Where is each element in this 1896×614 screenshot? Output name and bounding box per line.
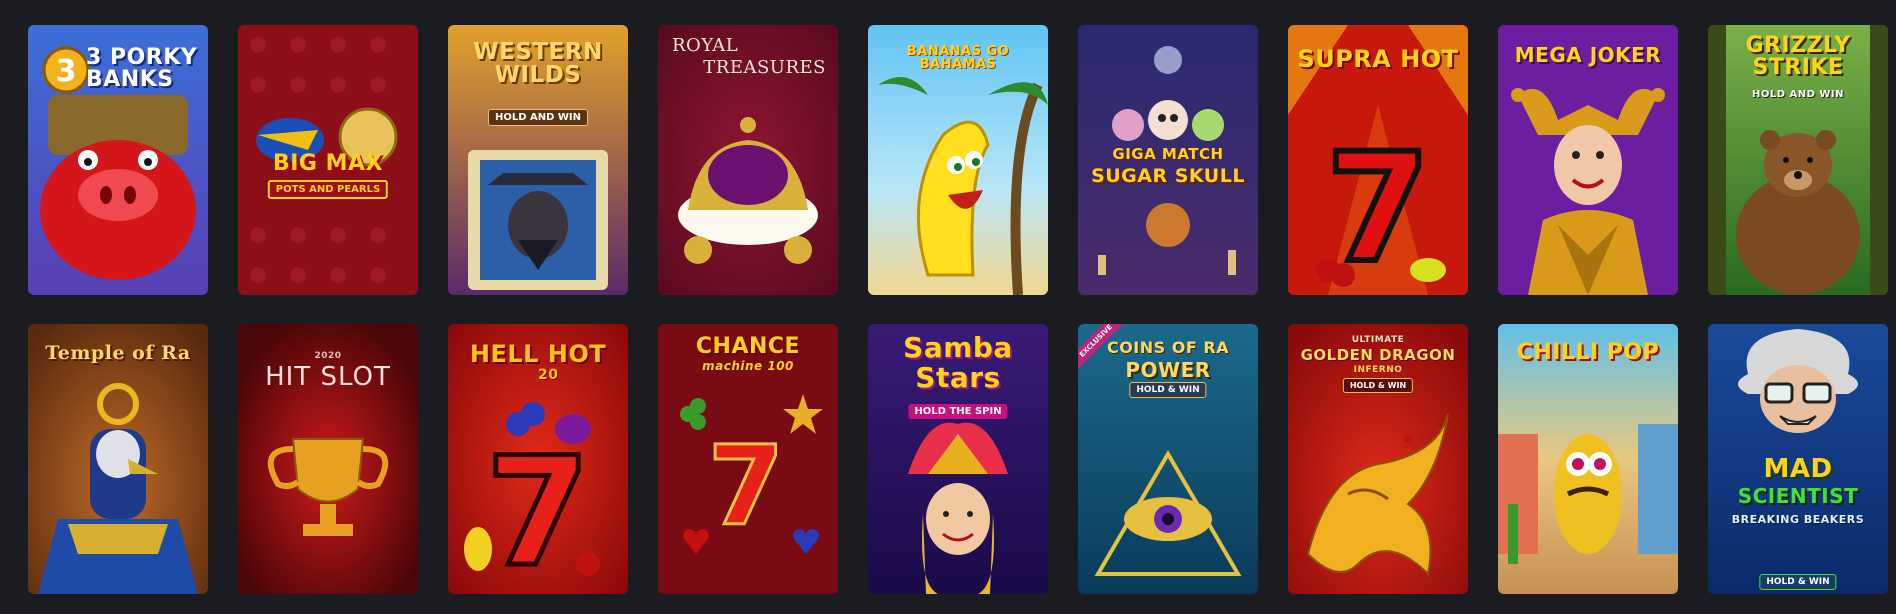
game-subtitle: HOLD THE SPIN <box>908 404 1008 419</box>
svg-text:7: 7 <box>708 422 785 550</box>
horus-artwork <box>28 324 208 594</box>
game-tile-mad-scientist[interactable]: MAD SCIENTIST BREAKING BEAKERS HOLD & WI… <box>1708 324 1888 594</box>
game-title-sub: INFERNO <box>1353 365 1403 375</box>
svg-text:3: 3 <box>56 54 77 89</box>
game-title: WESTERN WILDS <box>473 39 603 88</box>
game-subtitle: HOLD & WIN <box>1759 574 1837 590</box>
game-tile-giga-match-sugar-skull[interactable]: GIGA MATCH SUGAR SKULL <box>1078 25 1258 295</box>
game-tile-3-porky-banks[interactable]: 3 3 PORKY BANKS <box>28 25 208 295</box>
game-title-line2: Stars <box>915 361 1001 394</box>
game-title: MEGA JOKER <box>1514 43 1662 67</box>
game-title-line2: POWER <box>1125 358 1211 382</box>
game-title-line3: BREAKING BEAKERS <box>1731 513 1865 526</box>
game-tile-chance-machine-100[interactable]: 7 CHANCE machine 100 <box>658 324 838 594</box>
game-subtitle: HOLD AND WIN <box>487 109 589 126</box>
game-title-line1: GIGA MATCH <box>1112 145 1224 163</box>
game-title: BIG MAX <box>272 151 384 176</box>
game-grid: 3 3 PORKY BANKS BIG MAX POTS AND PEARLS <box>28 25 1888 594</box>
game-year: 2020 <box>314 351 342 361</box>
game-tile-temple-of-ra[interactable]: Temple of Ra <box>28 324 208 594</box>
svg-text:7: 7 <box>486 426 590 594</box>
game-tile-samba-stars[interactable]: Samba Stars HOLD THE SPIN <box>868 324 1048 594</box>
game-title: HELL HOT <box>469 340 607 368</box>
game-subtitle: HOLD AND WIN <box>1751 89 1845 100</box>
game-title: 3 PORKY BANKS <box>86 45 198 92</box>
game-tile-mega-joker[interactable]: MEGA JOKER <box>1498 25 1678 295</box>
game-title: CHANCE <box>695 334 801 359</box>
game-title-line1: Samba <box>903 331 1013 364</box>
game-kicker: ULTIMATE <box>1351 335 1405 345</box>
game-title: SUPRA HOT <box>1297 45 1459 73</box>
game-title: Temple of Ra <box>45 342 191 364</box>
game-title-line1: ROYAL <box>672 35 739 56</box>
game-title: HIT SLOT <box>265 362 391 392</box>
game-title-line1: COINS OF RA <box>1106 338 1230 357</box>
game-title: GRIZZLY STRIKE <box>1745 33 1851 80</box>
game-tile-bananas-go-bahamas[interactable]: BANANAS GO BAHAMAS <box>868 25 1048 295</box>
game-tile-coins-of-ra-power[interactable]: EXCLUSIVE COINS OF RA POWER HOLD & WIN <box>1078 324 1258 594</box>
game-title-line2: SUGAR SKULL <box>1091 165 1245 187</box>
game-tile-grizzly-strike[interactable]: GRIZZLY STRIKE HOLD AND WIN <box>1708 25 1888 295</box>
game-tile-royal-treasures[interactable]: ROYAL TREASURES <box>658 25 838 295</box>
game-title-line2: SCIENTIST <box>1737 484 1859 508</box>
game-tile-chilli-pop[interactable]: CHILLI POP <box>1498 324 1678 594</box>
game-title: BANANAS GO BAHAMAS <box>906 44 1010 72</box>
game-tile-hit-slot[interactable]: 2020 HIT SLOT <box>238 324 418 594</box>
game-title-line2: TREASURES <box>703 57 826 78</box>
game-title: GOLDEN DRAGON <box>1300 346 1456 364</box>
game-subtitle: POTS AND PEARLS <box>267 180 389 199</box>
game-number: 20 <box>538 367 559 383</box>
game-subtitle: machine 100 <box>702 359 794 373</box>
game-title: CHILLI POP <box>1516 340 1660 365</box>
game-title-line1: MAD <box>1763 454 1833 484</box>
game-subtitle: HOLD & WIN <box>1342 378 1414 393</box>
game-tile-supra-hot[interactable]: 7 SUPRA HOT <box>1288 25 1468 295</box>
game-subtitle: HOLD & WIN <box>1129 382 1207 398</box>
game-tile-big-max[interactable]: BIG MAX POTS AND PEARLS <box>238 25 418 295</box>
game-tile-hell-hot-20[interactable]: 7 HELL HOT 20 <box>448 324 628 594</box>
game-tile-golden-dragon-inferno[interactable]: ULTIMATE GOLDEN DRAGON INFERNO HOLD & WI… <box>1288 324 1468 594</box>
game-tile-western-wilds[interactable]: WESTERN WILDS HOLD AND WIN <box>448 25 628 295</box>
